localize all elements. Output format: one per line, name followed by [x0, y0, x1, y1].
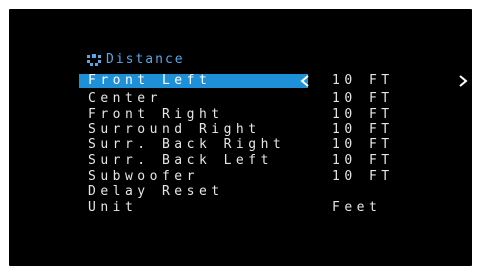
chevron-left-icon[interactable] [299, 74, 311, 88]
row-label: Center [88, 91, 162, 106]
row-label: Front Right [88, 107, 224, 122]
row-value: Feet [332, 200, 382, 215]
row-value: 10 FT [332, 91, 394, 106]
row-label: Surr. Back Right [88, 137, 286, 152]
menu-header: Distance [87, 52, 185, 68]
menu-row-front-right[interactable]: Front Right 10 FT [79, 108, 474, 122]
row-value: 10 FT [332, 107, 394, 122]
row-label: Front Left [79, 74, 308, 88]
row-label: Surround Right [88, 122, 261, 137]
row-label: Subwoofer [88, 169, 199, 184]
speaker-grid-icon [87, 53, 101, 67]
row-label: Unit [88, 200, 138, 215]
menu-row-front-left[interactable]: Front Left 10 FT [79, 74, 474, 88]
screen: Distance Front Left 10 FT Center 10 FT F… [0, 0, 480, 274]
menu-row-delay-reset[interactable]: Delay Reset [79, 185, 474, 199]
row-value: 10 FT [332, 153, 394, 168]
row-value: 10 FT [332, 122, 394, 137]
row-value: 10 FT [332, 137, 394, 152]
menu-row-surr-back-right[interactable]: Surr. Back Right 10 FT [79, 138, 474, 152]
menu-row-surround-right[interactable]: Surround Right 10 FT [79, 123, 474, 137]
row-value: 10 FT [332, 73, 394, 88]
row-label: Surr. Back Left [88, 153, 273, 168]
menu-row-center[interactable]: Center 10 FT [79, 92, 474, 106]
menu-row-subwoofer[interactable]: Subwoofer 10 FT [79, 170, 474, 184]
menu-title: Distance [106, 52, 185, 67]
row-label: Delay Reset [88, 184, 224, 199]
menu-row-unit[interactable]: Unit Feet [79, 201, 474, 215]
chevron-right-icon[interactable] [457, 74, 469, 88]
menu-row-surr-back-left[interactable]: Surr. Back Left 10 FT [79, 154, 474, 168]
row-value: 10 FT [332, 169, 394, 184]
